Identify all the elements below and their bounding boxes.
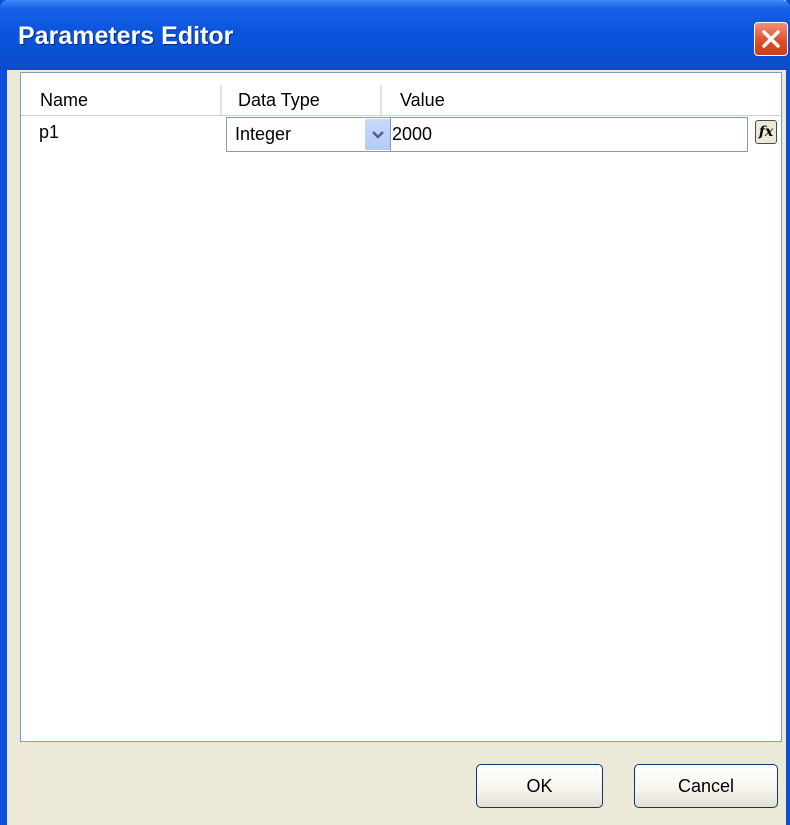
cancel-button[interactable]: Cancel [634,764,778,808]
value-text: 2000 [392,124,433,144]
close-button[interactable] [754,22,788,56]
parameters-editor-dialog: Parameters Editor Name Data Type Value p… [0,0,790,825]
value-field[interactable]: 2000 [390,117,748,152]
column-header-label: Value [400,90,445,110]
column-header-name[interactable]: Name [40,85,220,115]
chevron-down-icon [372,130,384,139]
close-icon [762,30,780,48]
column-header-value[interactable]: Value [380,85,780,115]
column-header-data-type[interactable]: Data Type [220,85,380,115]
grid-header: Name Data Type Value [21,85,781,116]
table-row[interactable]: p1 Integer 2000 fx [21,116,781,152]
parameter-name-cell[interactable]: p1 [39,116,59,148]
parameters-grid[interactable]: Name Data Type Value p1 Integer 2000 fx [20,72,782,742]
dropdown-button[interactable] [365,119,391,150]
window-title: Parameters Editor [18,22,234,50]
ok-button[interactable]: OK [476,764,603,808]
expression-builder-button[interactable]: fx [755,120,777,144]
column-header-label: Name [40,90,89,110]
data-type-value: Integer [235,124,292,144]
data-type-select[interactable]: Integer [226,117,393,152]
column-header-label: Data Type [238,90,320,110]
title-bar[interactable]: Parameters Editor [0,0,790,70]
function-icon: fx [758,124,774,140]
